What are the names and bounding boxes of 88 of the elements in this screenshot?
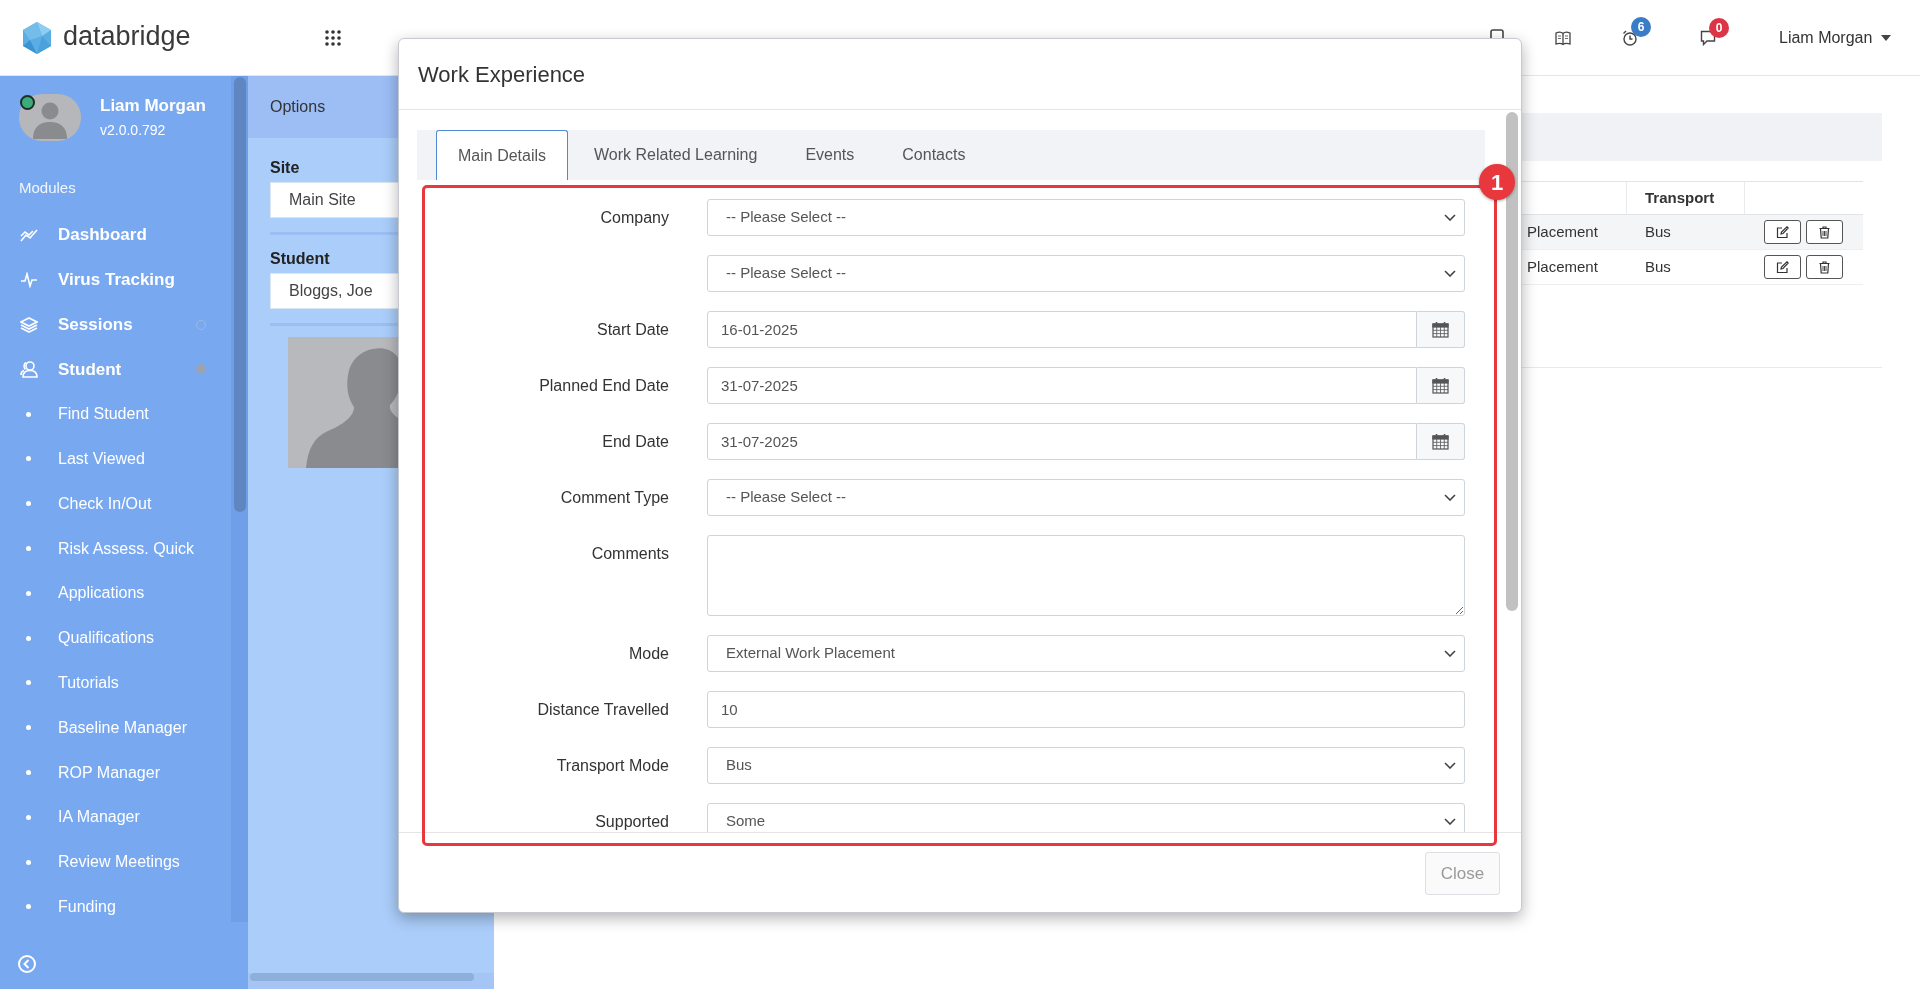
layers-icon <box>20 316 38 333</box>
tab[interactable]: Events <box>783 130 877 180</box>
bullet-icon <box>26 725 31 731</box>
bullet-icon <box>26 770 31 776</box>
bullet-icon <box>26 680 31 686</box>
table-cell-text: Placement <box>1527 256 1598 277</box>
notification-badge: 6 <box>1631 17 1651 37</box>
alarm-clock-icon[interactable] <box>1622 29 1638 46</box>
scrollbar-thumb[interactable] <box>1506 112 1518 611</box>
trend-lines-icon <box>20 227 38 243</box>
edit-icon <box>1776 260 1789 274</box>
text-field[interactable]: 10 <box>707 691 1465 728</box>
trash-icon <box>1819 225 1830 239</box>
brand-name: databridge <box>63 20 191 53</box>
tab[interactable]: Contacts <box>880 130 988 180</box>
date-field[interactable]: 31-07-2025 <box>707 367 1417 404</box>
bullet-icon <box>26 814 31 820</box>
tab[interactable]: Main Details <box>436 130 569 180</box>
field-label: Comment Type <box>560 488 669 508</box>
pulse-icon <box>20 271 38 288</box>
delete-button[interactable] <box>1806 220 1843 244</box>
profile-name: Liam Morgan <box>100 95 206 117</box>
bullet-icon <box>26 635 31 641</box>
select-field[interactable]: Bus <box>707 747 1465 784</box>
bullet-icon <box>26 456 31 462</box>
calendar-button[interactable] <box>1417 311 1465 348</box>
avatar-placeholder <box>19 94 81 141</box>
chevron-down-icon <box>1444 214 1456 221</box>
field-label: Comments <box>591 544 669 564</box>
table-cell-text: Bus <box>1645 221 1671 242</box>
scrollbar-track[interactable] <box>248 973 494 989</box>
field-label: Company <box>600 208 669 228</box>
chevron-down-icon <box>1444 270 1456 277</box>
tab[interactable]: Work Related Learning <box>572 130 780 180</box>
field-label: Mode <box>628 644 669 664</box>
field-label: Supported <box>595 812 669 832</box>
chevron-down-icon <box>1444 494 1456 501</box>
version-label: v2.0.0.792 <box>100 121 167 140</box>
notification-badge: 0 <box>1709 17 1729 38</box>
field-label: Site <box>270 158 301 178</box>
select-field[interactable]: Some <box>707 803 1465 832</box>
calendar-button[interactable] <box>1417 367 1465 404</box>
trash-icon <box>1819 260 1830 274</box>
field-label: Distance Travelled <box>537 700 669 720</box>
field-label: Transport Mode <box>556 756 669 776</box>
table-cell-text: Bus <box>1645 256 1671 277</box>
scrollbar-thumb[interactable] <box>234 77 246 512</box>
select-field[interactable]: -- Please Select -- <box>707 199 1465 236</box>
table-cell-text: Placement <box>1527 221 1598 242</box>
bullet-icon <box>26 859 31 865</box>
select-field[interactable]: -- Please Select -- <box>707 255 1465 292</box>
edit-icon <box>1776 225 1789 239</box>
bullet-icon <box>26 411 31 417</box>
users-icon <box>20 360 38 379</box>
chevron-down-icon <box>1444 818 1456 825</box>
calendar-icon <box>1432 321 1449 338</box>
scrollbar-track[interactable] <box>231 76 248 922</box>
delete-button[interactable] <box>1806 255 1843 279</box>
select-field[interactable]: -- Please Select -- <box>707 479 1465 516</box>
column-header: Transport <box>1645 187 1715 208</box>
scrollbar-thumb[interactable] <box>250 973 474 981</box>
bullet-icon <box>26 546 31 552</box>
dialog-title: Work Experience <box>418 60 586 89</box>
field-label: Student <box>270 249 331 269</box>
field-label: Planned End Date <box>539 376 669 396</box>
apps-grid-icon[interactable] <box>325 29 341 46</box>
chat-bubble-icon[interactable] <box>1700 29 1716 46</box>
section-heading: Modules <box>18 178 76 198</box>
calendar-icon <box>1432 433 1449 450</box>
select-field[interactable]: External Work Placement <box>707 635 1465 672</box>
hexagon-logo-icon <box>22 21 52 54</box>
calendar-icon <box>1432 377 1449 394</box>
date-field[interactable]: 16-01-2025 <box>707 311 1417 348</box>
edit-button[interactable] <box>1764 255 1801 279</box>
bullet-icon <box>26 501 31 507</box>
chevron-down-icon <box>1444 650 1456 657</box>
bullet-icon <box>26 904 31 910</box>
edit-button[interactable] <box>1764 220 1801 244</box>
chevron-down-icon <box>1444 762 1456 769</box>
open-book-icon[interactable] <box>1555 29 1571 46</box>
field-label: Start Date <box>596 320 669 340</box>
user-menu[interactable]: Liam Morgan <box>1779 25 1892 50</box>
panel-title: Options <box>270 97 326 117</box>
bullet-icon <box>26 590 31 596</box>
date-field[interactable]: 31-07-2025 <box>707 423 1417 460</box>
field-label: End Date <box>602 432 669 452</box>
calendar-button[interactable] <box>1417 423 1465 460</box>
caret-icon <box>1881 34 1892 41</box>
